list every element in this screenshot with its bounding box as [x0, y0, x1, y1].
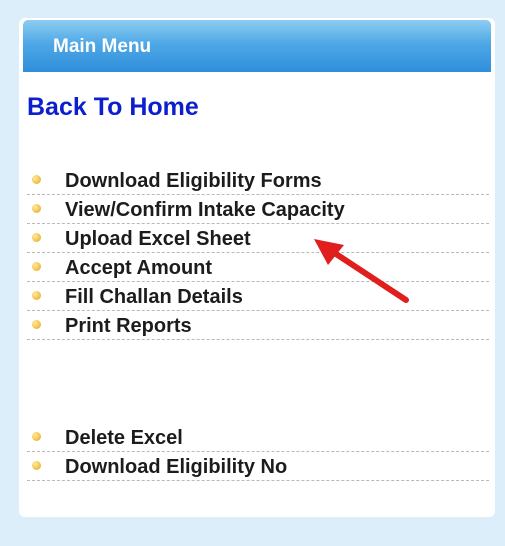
menu-header-title: Main Menu	[53, 36, 152, 57]
bullet-icon	[32, 175, 41, 184]
menu-item-label[interactable]: Accept Amount	[65, 257, 212, 279]
menu-item-view-confirm-intake-capacity[interactable]: View/Confirm Intake Capacity	[27, 195, 489, 224]
menu-item-label[interactable]: Upload Excel Sheet	[65, 228, 251, 250]
menu-item-label[interactable]: Print Reports	[65, 315, 192, 337]
bullet-icon	[32, 204, 41, 213]
menu-item-label[interactable]: View/Confirm Intake Capacity	[65, 199, 345, 221]
menu-list-secondary: Delete Excel Download Eligibility No	[27, 423, 489, 481]
red-arrow-icon	[314, 239, 409, 303]
menu-item-download-eligibility-no[interactable]: Download Eligibility No	[27, 452, 489, 481]
menu-item-label[interactable]: Fill Challan Details	[65, 286, 243, 308]
bullet-icon	[32, 262, 41, 271]
menu-item-label[interactable]: Delete Excel	[65, 427, 183, 449]
back-to-home-link[interactable]: Back To Home	[27, 92, 199, 122]
bullet-icon	[32, 432, 41, 441]
bullet-icon	[32, 320, 41, 329]
menu-item-label[interactable]: Download Eligibility No	[65, 456, 287, 478]
menu-item-delete-excel[interactable]: Delete Excel	[27, 423, 489, 452]
menu-item-label[interactable]: Download Eligibility Forms	[65, 170, 322, 192]
menu-header: Main Menu	[23, 20, 491, 72]
bullet-icon	[32, 233, 41, 242]
menu-item-download-eligibility-forms[interactable]: Download Eligibility Forms	[27, 166, 489, 195]
menu-item-print-reports[interactable]: Print Reports	[27, 311, 489, 340]
main-menu-panel: Main Menu Back To Home Download Eligibil…	[19, 18, 495, 517]
bullet-icon	[32, 461, 41, 470]
bullet-icon	[32, 291, 41, 300]
